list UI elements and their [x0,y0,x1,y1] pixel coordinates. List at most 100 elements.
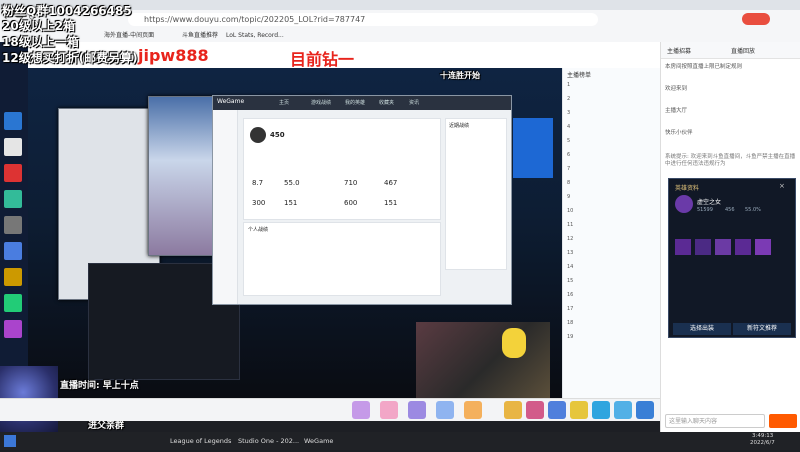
update-button[interactable] [742,13,770,25]
rank-number: 4 [567,124,571,130]
rank-number: 7 [567,166,571,172]
rank-number: 2 [567,96,571,102]
taskbar: League of Legends Studio One - 202... We… [0,432,800,450]
taskbar-app[interactable]: League of Legends [170,435,231,447]
hero-info-panel: 英雄资料 × 虚空之女 51599 456 55.0% 选择出装 新符文推荐 [668,178,796,338]
rank-row[interactable]: 15 [567,278,657,288]
desktop-icon[interactable] [4,320,22,338]
desktop-icon[interactable] [4,216,22,234]
wegame-sidebar [213,110,238,304]
url-input[interactable]: https://www.douyu.com/topic/202205_LOL?r… [128,13,598,26]
rank-row[interactable]: 18 [567,320,657,330]
item-icon[interactable] [755,239,771,255]
item-icon[interactable] [675,239,691,255]
rank-row[interactable]: 6 [567,152,657,162]
rank-row[interactable]: 2 [567,96,657,106]
build-button[interactable]: 选择出装 [673,323,731,335]
gift-icon[interactable] [570,401,588,419]
taskbar-app[interactable]: Studio One - 202... [238,435,299,447]
rank-number: 10 [567,208,574,214]
gift-icon[interactable] [464,401,482,419]
rank-row[interactable]: 14 [567,264,657,274]
wegame-window: WeGame 主页 游戏战绩 我的英雄 收藏夹 资讯 450 8.7 55.0 … [212,95,512,305]
wegame-tab[interactable]: 收藏夹 [379,99,394,106]
profile-card: 450 8.7 55.0 710 467 300 151 600 151 [243,118,441,220]
rank-row[interactable]: 10 [567,208,657,218]
rank-row[interactable]: 11 [567,222,657,232]
chat-tab[interactable]: 直播回放 [731,46,755,55]
rank-number: 13 [567,250,574,256]
close-icon[interactable]: × [779,182,785,190]
hero-name: 虚空之女 [697,199,722,206]
chat-message: 主播大厅 [665,108,688,114]
overlay-text: 20级以上2箱 [2,19,76,33]
rank-number: 18 [567,320,574,326]
hero-portrait [675,195,693,213]
rank-title: 主播榜单 [567,72,592,79]
gift-icon[interactable] [436,401,454,419]
rank-goal: 目前钻一 [290,50,355,69]
rank-row[interactable]: 5 [567,138,657,148]
live-time: 直播时间: 早上十点 [60,381,139,391]
item-icon[interactable] [735,239,751,255]
chat-header: 主播招募 直播回放 [661,42,800,59]
rank-number: 19 [567,334,574,340]
desktop-icon[interactable] [4,190,22,208]
gift-icon[interactable] [636,401,654,419]
desktop-icon[interactable] [4,242,22,260]
hero-title: 英雄资料 [675,185,700,192]
rank-row[interactable]: 12 [567,236,657,246]
pinned-note: 本房间按照直播上限已制定规则 [665,64,743,70]
start-icon[interactable] [4,435,16,447]
chat-tab[interactable]: 主播招募 [667,46,691,55]
rank-row[interactable]: 16 [567,292,657,302]
rank-number: 14 [567,264,574,270]
gift-icon[interactable] [408,401,426,419]
hero-stat: 456 [725,207,735,213]
gift-icon[interactable] [614,401,632,419]
taskbar-app[interactable]: WeGame [304,435,333,447]
stat-value: 8.7 [252,179,264,187]
bookmark-item[interactable]: 海外直播-中间页面 [104,31,154,40]
rank-row[interactable]: 3 [567,110,657,120]
rune-button[interactable]: 新符文推荐 [733,323,791,335]
player-level: 450 [270,131,285,139]
gift-icon[interactable] [526,401,544,419]
stat-value: 710 [344,179,358,187]
gift-icon[interactable] [352,401,370,419]
rank-row[interactable]: 19 [567,334,657,344]
wegame-tab[interactable]: 资讯 [409,99,419,106]
gift-icon[interactable] [592,401,610,419]
wegame-title: WeGame [217,98,245,105]
desktop-icon[interactable] [4,268,22,286]
rank-row[interactable]: 17 [567,306,657,316]
bookmark-item[interactable]: LoL Stats, Record... [226,31,284,40]
rank-row[interactable]: 9 [567,194,657,204]
wegame-tab[interactable]: 我的英雄 [345,99,365,106]
item-icon[interactable] [715,239,731,255]
desktop-icon[interactable] [4,164,22,182]
gift-icon[interactable] [548,401,566,419]
item-icon[interactable] [695,239,711,255]
rank-row[interactable]: 8 [567,180,657,190]
rank-row[interactable]: 4 [567,124,657,134]
wegame-tab[interactable]: 游戏战绩 [311,99,331,106]
desktop-icon[interactable] [4,112,22,130]
rank-row[interactable]: 13 [567,250,657,260]
overlay-text: 18级以上一箱 [2,35,79,49]
gift-icon[interactable] [380,401,398,419]
gift-icon[interactable] [504,401,522,419]
rank-number: 3 [567,110,571,116]
rank-number: 5 [567,138,571,144]
wegame-tab[interactable]: 主页 [279,99,289,106]
chat-input[interactable]: 这里输入聊天内容 [665,414,765,428]
desktop-icon[interactable] [4,294,22,312]
rank-row[interactable]: 1 [567,82,657,92]
stat-value: 467 [384,179,398,187]
rank-number: 9 [567,194,571,200]
desktop-icon[interactable] [4,138,22,156]
rank-row[interactable]: 7 [567,166,657,176]
bookmark-item[interactable]: 斗鱼直播推荐 [182,31,218,40]
rank-number: 16 [567,292,574,298]
send-button[interactable] [769,414,797,428]
